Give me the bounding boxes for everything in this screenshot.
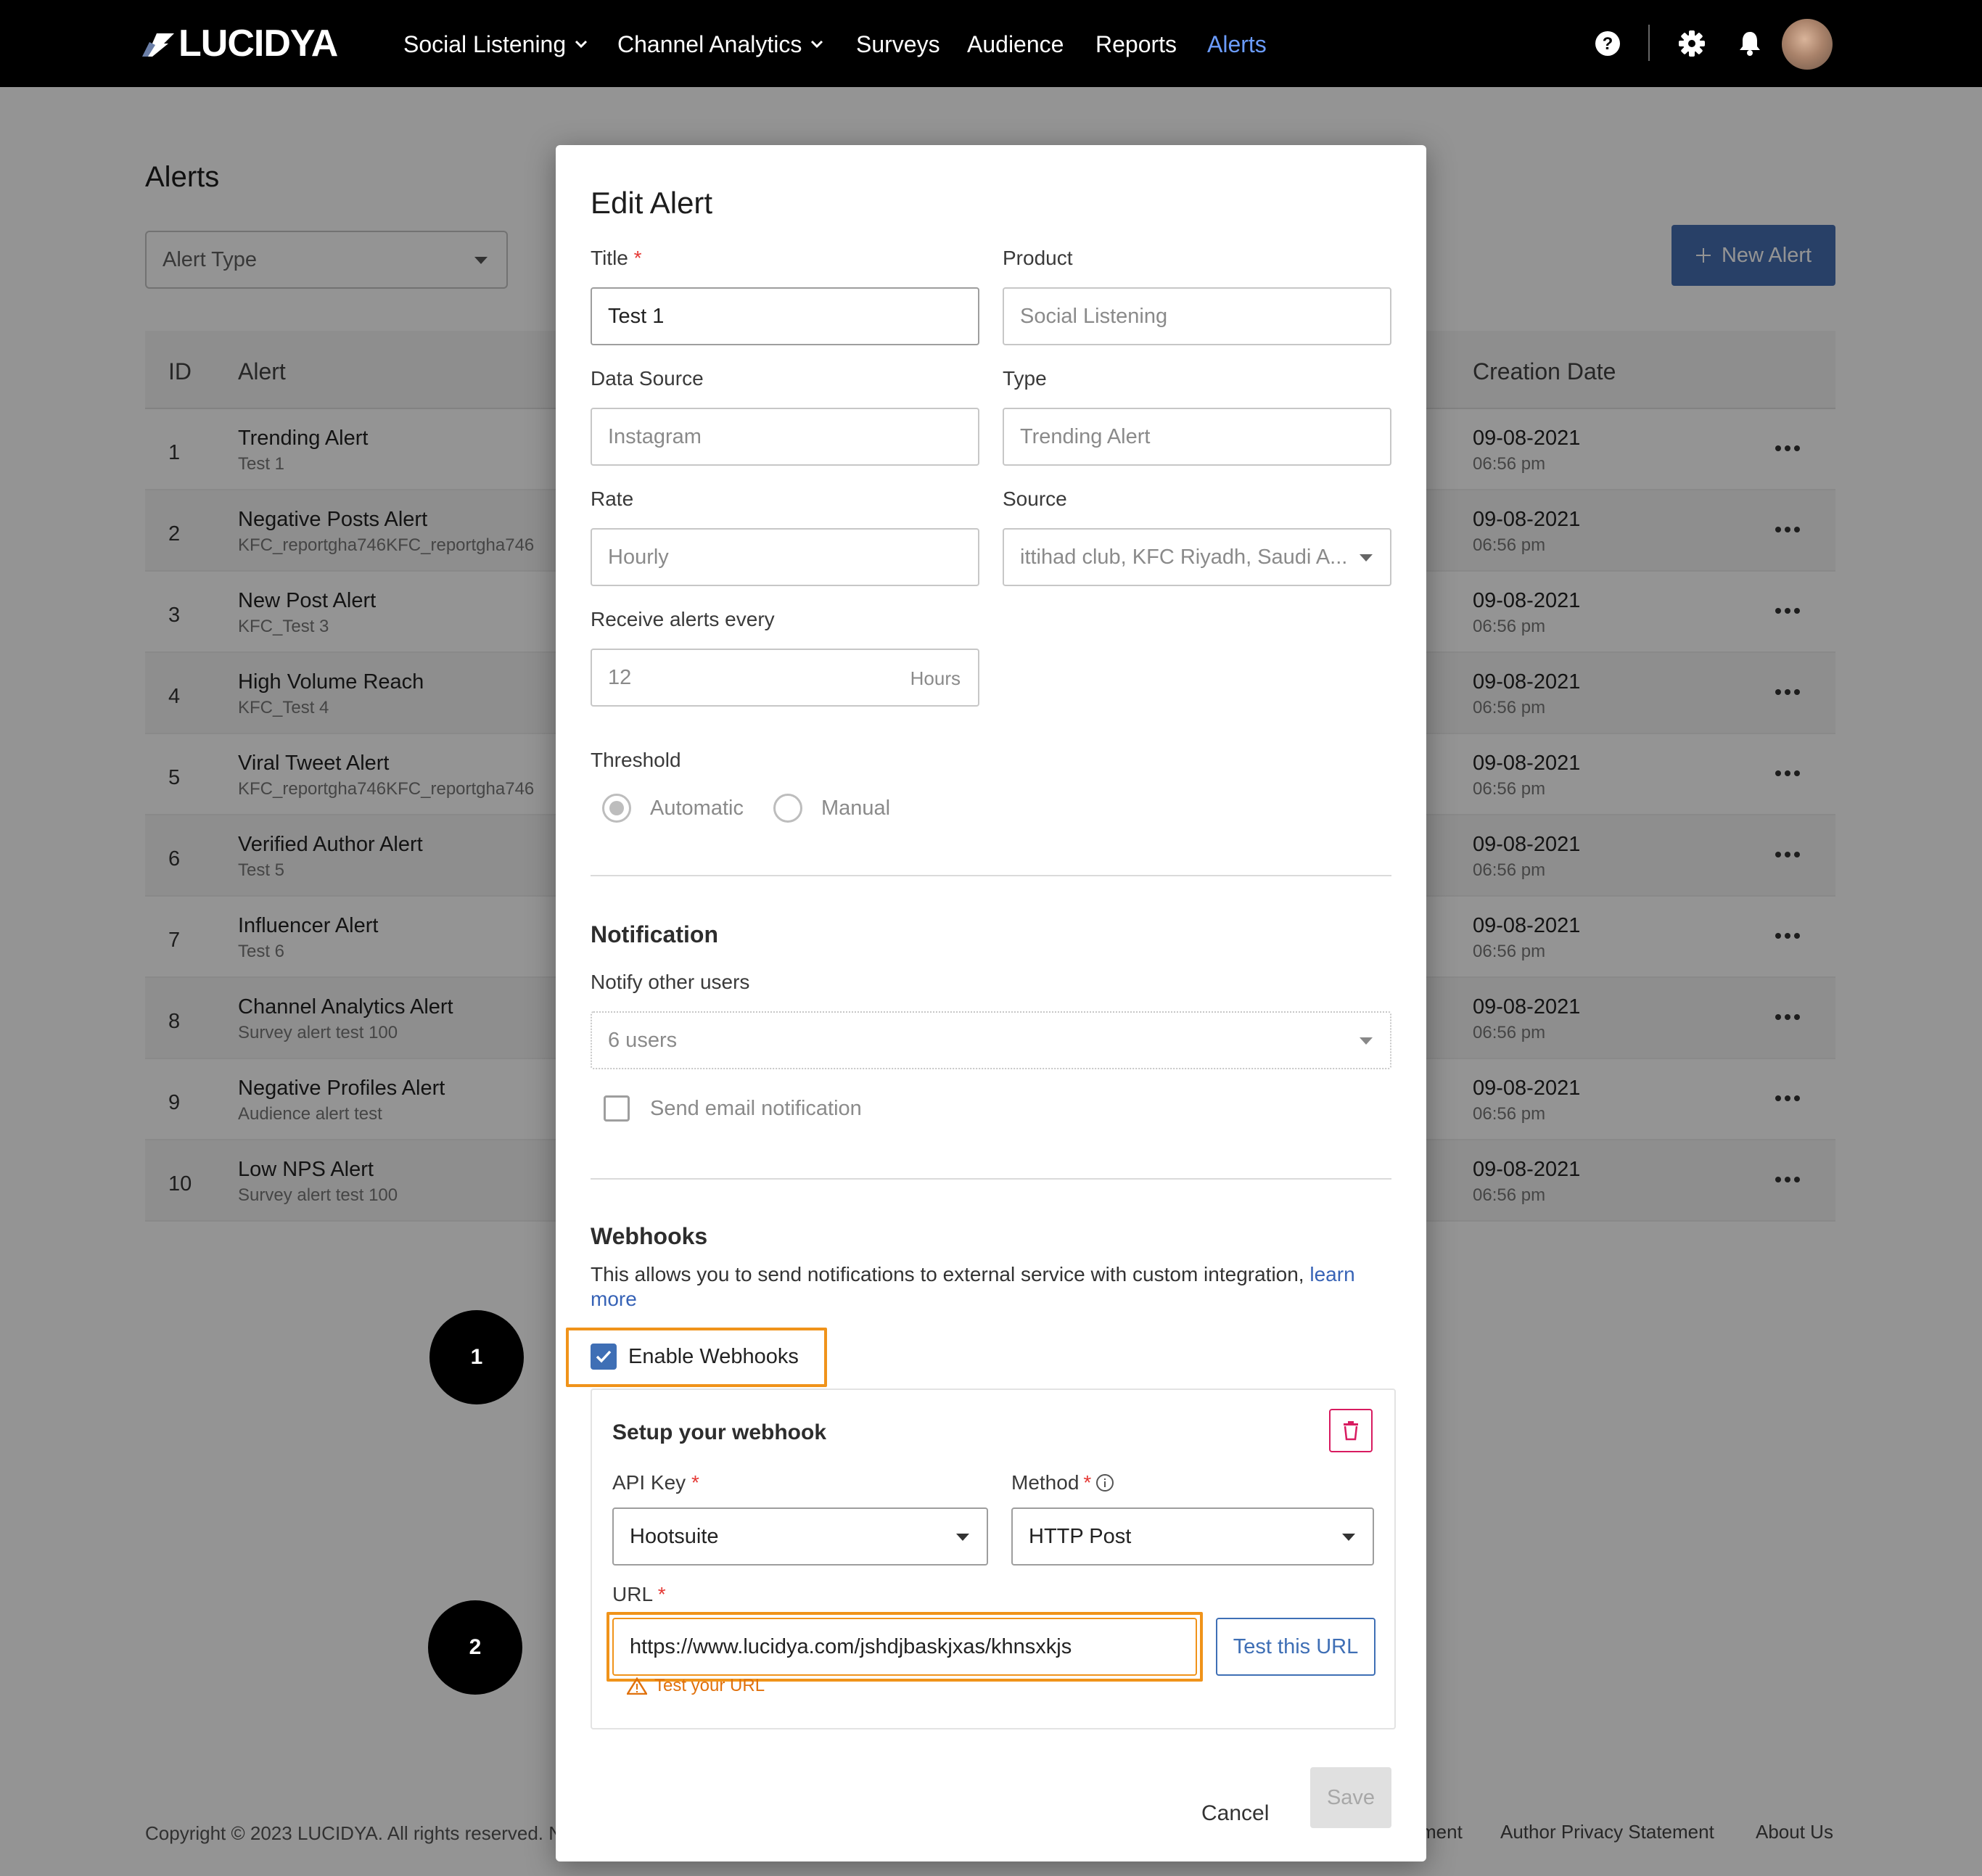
required-asterisk: *: [657, 1583, 666, 1605]
step-marker-1: 1: [429, 1310, 524, 1404]
test-url-button[interactable]: Test this URL: [1216, 1618, 1376, 1676]
nav-channel-analytics[interactable]: Channel Analytics: [617, 28, 823, 61]
product-field: Social Listening: [1003, 287, 1391, 345]
top-navbar: LUCIDYA Social Listening Channel Analyti…: [0, 0, 1982, 87]
help-icon[interactable]: ?: [1593, 29, 1622, 58]
info-icon[interactable]: [1095, 1473, 1114, 1492]
enable-webhooks-checkbox[interactable]: [591, 1344, 617, 1370]
api-key-select[interactable]: Hootsuite: [612, 1507, 988, 1566]
method-select[interactable]: HTTP Post: [1011, 1507, 1374, 1566]
delete-webhook-button[interactable]: [1329, 1409, 1373, 1452]
send-email-label: Send email notification: [650, 1097, 862, 1120]
webhooks-description: This allows you to send notifications to…: [591, 1262, 1396, 1312]
url-input[interactable]: https://www.lucidya.com/jshdjbaskjxas/kh…: [612, 1618, 1197, 1676]
title-label-text: Title: [591, 247, 628, 269]
product-label: Product: [1003, 247, 1073, 269]
edit-alert-modal: Edit Alert Title * Test 1 Product Social…: [556, 145, 1426, 1861]
title-label: Title *: [591, 247, 642, 270]
section-divider: [591, 875, 1391, 876]
notify-users-label: Notify other users: [591, 971, 750, 993]
rate-field: Hourly: [591, 528, 979, 586]
source-label: Source: [1003, 487, 1067, 510]
data-source-field: Instagram: [591, 408, 979, 466]
notify-users-value: 6 users: [608, 1028, 678, 1052]
gear-icon[interactable]: [1677, 29, 1706, 58]
caret-down-icon: [1342, 1534, 1355, 1541]
method-value: HTTP Post: [1029, 1524, 1132, 1548]
threshold-manual-label: Manual: [821, 797, 891, 820]
modal-title: Edit Alert: [591, 186, 713, 220]
threshold-automatic-label: Automatic: [650, 797, 744, 820]
threshold-automatic-radio[interactable]: [602, 794, 631, 823]
caret-down-icon: [1360, 1037, 1373, 1045]
nav-audience[interactable]: Audience: [967, 28, 1064, 61]
title-input[interactable]: Test 1: [591, 287, 979, 345]
test-url-warning: Test your URL: [627, 1676, 765, 1696]
method-label: Method *: [1011, 1471, 1114, 1494]
step-marker-2: 2: [428, 1600, 522, 1695]
lucidya-logo[interactable]: LUCIDYA: [142, 22, 338, 65]
caret-down-icon: [1360, 554, 1373, 561]
trash-icon: [1344, 1421, 1358, 1441]
nav-social-listening-label: Social Listening: [403, 30, 567, 57]
send-email-checkbox[interactable]: [604, 1095, 630, 1122]
url-label: URL *: [612, 1583, 666, 1606]
notification-title: Notification: [591, 921, 718, 947]
setup-webhook-title: Setup your webhook: [612, 1420, 827, 1444]
type-label: Type: [1003, 367, 1047, 390]
nav-alerts[interactable]: Alerts: [1207, 28, 1267, 61]
receive-alerts-field: 12 Hours: [591, 649, 979, 707]
method-label-text: Method: [1011, 1471, 1080, 1494]
nav-social-listening[interactable]: Social Listening: [403, 28, 588, 61]
nav-channel-analytics-label: Channel Analytics: [617, 30, 802, 57]
logo-mark-icon: [142, 33, 174, 57]
required-asterisk: *: [691, 1471, 699, 1494]
caret-down-icon: [956, 1534, 969, 1541]
nav-reports[interactable]: Reports: [1095, 28, 1177, 61]
data-source-label: Data Source: [591, 367, 704, 390]
receive-alerts-label: Receive alerts every: [591, 608, 775, 630]
api-key-value: Hootsuite: [630, 1524, 719, 1548]
api-key-label-text: API Key: [612, 1471, 686, 1494]
section-divider: [591, 1178, 1391, 1180]
save-button[interactable]: Save: [1310, 1767, 1391, 1828]
svg-text:?: ?: [1603, 34, 1613, 54]
required-asterisk: *: [633, 247, 642, 269]
webhooks-title: Webhooks: [591, 1223, 708, 1249]
warning-icon: [627, 1677, 647, 1695]
receive-alerts-unit: Hours: [910, 667, 961, 689]
logo-text: LUCIDYA: [178, 22, 338, 65]
notify-users-select[interactable]: 6 users: [591, 1011, 1391, 1069]
required-asterisk: *: [1083, 1471, 1092, 1494]
source-value: ittihad club, KFC Riyadh, Saudi A...: [1020, 545, 1348, 569]
api-key-label: API Key *: [612, 1471, 699, 1494]
chevron-down-icon: [575, 40, 588, 49]
checkmark-icon: [596, 1350, 612, 1363]
bell-icon[interactable]: [1735, 29, 1764, 58]
enable-webhooks-label: Enable Webhooks: [628, 1345, 799, 1368]
cancel-button[interactable]: Cancel: [1201, 1792, 1269, 1835]
nav-divider: [1648, 25, 1650, 61]
chevron-down-icon: [811, 40, 823, 49]
receive-alerts-value: 12: [608, 665, 632, 689]
source-select[interactable]: ittihad club, KFC Riyadh, Saudi A...: [1003, 528, 1391, 586]
type-field: Trending Alert: [1003, 408, 1391, 466]
webhooks-description-text: This allows you to send notifications to…: [591, 1263, 1310, 1285]
nav-surveys[interactable]: Surveys: [856, 28, 940, 61]
avatar[interactable]: [1782, 19, 1833, 70]
threshold-label: Threshold: [591, 749, 681, 771]
test-url-warning-text: Test your URL: [654, 1676, 765, 1695]
rate-label: Rate: [591, 487, 634, 510]
threshold-manual-radio[interactable]: [773, 794, 802, 823]
url-label-text: URL: [612, 1583, 652, 1605]
